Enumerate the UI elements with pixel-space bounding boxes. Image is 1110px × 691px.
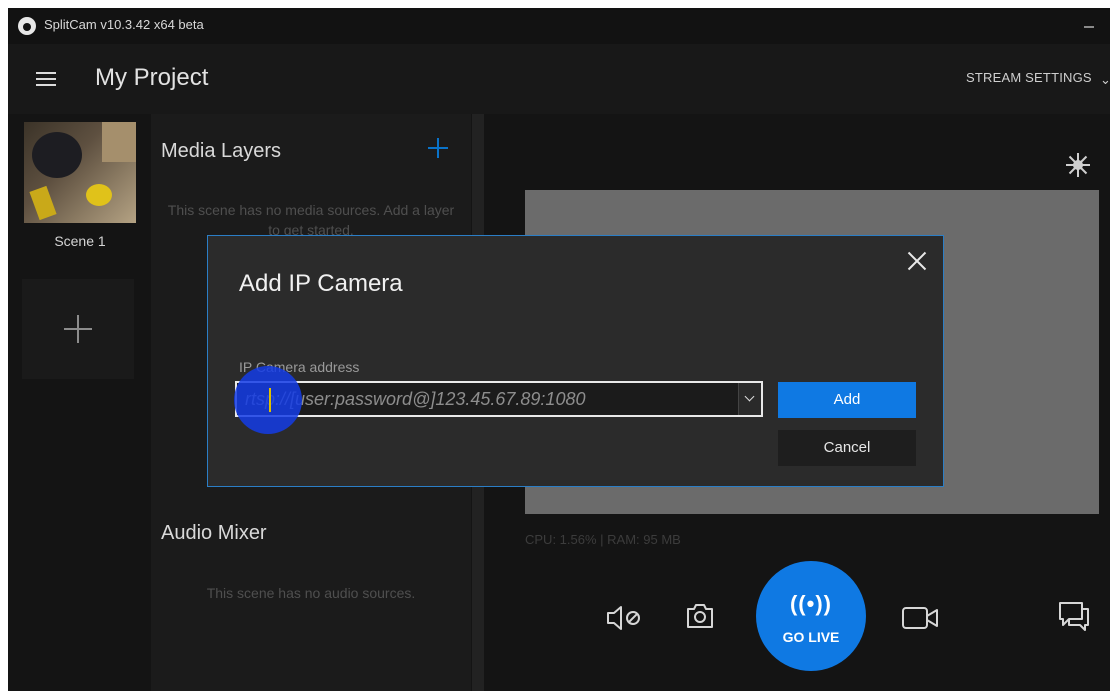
add-layer-icon[interactable] — [426, 136, 450, 160]
chat-icon[interactable] — [1057, 600, 1091, 632]
speaker-mute-icon[interactable] — [605, 605, 645, 631]
add-scene-button[interactable] — [22, 279, 134, 379]
chevron-down-icon[interactable]: ⌄ — [1100, 72, 1110, 88]
video-camera-icon[interactable] — [901, 605, 941, 631]
title-bar: SplitCam v10.3.42 x64 beta — [8, 8, 1110, 44]
app-header: My Project STREAM SETTINGS ⌄ — [8, 44, 1110, 114]
cpu-ram-status: CPU: 1.56% | RAM: 95 MB — [525, 532, 681, 547]
camera-snapshot-icon[interactable] — [684, 600, 716, 632]
audio-mixer-title: Audio Mixer — [161, 522, 267, 544]
add-button[interactable]: Add — [778, 382, 916, 418]
scene-thumbnail[interactable] — [24, 122, 136, 223]
add-ip-camera-dialog: Add IP Camera IP Camera address Add Canc… — [207, 235, 944, 487]
splitcam-window: SplitCam v10.3.42 x64 beta My Project ST… — [8, 8, 1110, 691]
ip-camera-address-combobox[interactable] — [235, 381, 763, 417]
hamburger-menu-icon[interactable] — [36, 72, 56, 86]
splitcam-logo-icon — [18, 17, 36, 35]
media-layers-empty-text: This scene has no media sources. Add a l… — [167, 202, 455, 238]
go-live-label: GO LIVE — [782, 629, 840, 645]
window-title: SplitCam v10.3.42 x64 beta — [44, 17, 204, 32]
chevron-down-icon[interactable] — [738, 383, 761, 415]
minimize-icon[interactable] — [1084, 18, 1096, 30]
brightness-icon[interactable] — [1066, 153, 1090, 177]
dialog-title: Add IP Camera — [239, 270, 403, 297]
broadcast-icon: ((•)) — [789, 591, 832, 616]
media-layers-title: Media Layers — [161, 140, 282, 162]
cancel-button[interactable]: Cancel — [778, 430, 916, 466]
ip-camera-address-input[interactable] — [237, 383, 731, 415]
go-live-button[interactable]: ((•)) GO LIVE — [756, 561, 866, 671]
scene-label: Scene 1 — [54, 233, 106, 249]
close-icon[interactable] — [905, 249, 929, 273]
stream-settings-button[interactable]: STREAM SETTINGS — [966, 70, 1092, 85]
project-title: My Project — [95, 64, 209, 91]
audio-mixer-empty-text: This scene has no audio sources. — [206, 585, 416, 601]
text-cursor-icon — [266, 388, 274, 412]
